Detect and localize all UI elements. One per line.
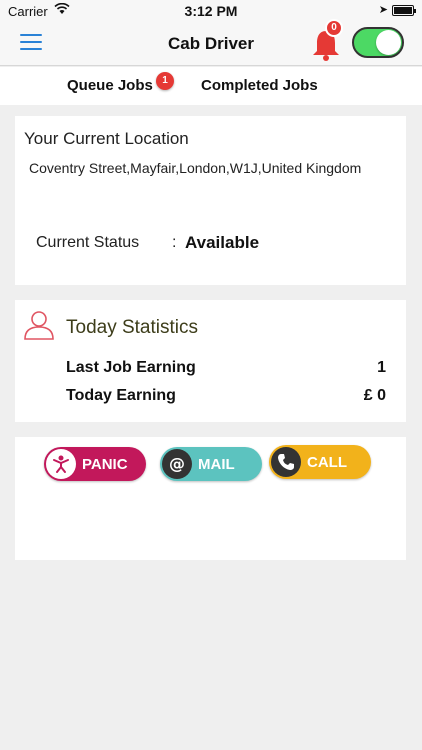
mail-button[interactable]: @ MAIL xyxy=(160,447,262,481)
clock: 3:12 PM xyxy=(184,3,238,19)
location-arrow-icon: ➤ xyxy=(378,4,388,16)
phone-icon xyxy=(271,447,301,477)
user-icon xyxy=(24,311,54,340)
status-separator: : xyxy=(172,234,177,251)
toggle-knob xyxy=(376,30,401,55)
status-bar: Carrier 3:12 PM ➤ xyxy=(0,0,422,22)
online-toggle[interactable] xyxy=(352,27,404,58)
menu-icon-line xyxy=(20,48,42,50)
mail-label: MAIL xyxy=(198,456,235,473)
menu-icon-line xyxy=(20,34,42,36)
status-label: Current Status xyxy=(36,234,140,251)
nav-bar: Cab Driver 0 xyxy=(0,19,422,66)
menu-icon-line xyxy=(20,41,42,43)
job-tabs: Queue Jobs 1 Completed Jobs xyxy=(0,67,422,105)
actions-card: PANIC @ MAIL CALL xyxy=(15,437,406,560)
stat-row-today-earning: Today Earning £ 0 xyxy=(66,387,386,405)
stat-label: Today Earning xyxy=(66,387,176,404)
stat-row-last-job: Last Job Earning 1 xyxy=(66,359,386,377)
stat-value: £ 0 xyxy=(363,387,386,404)
current-location-card: Your Current Location Coventry Street,Ma… xyxy=(15,116,406,285)
menu-button[interactable] xyxy=(20,34,42,52)
location-address: Coventry Street,Mayfair,London,W1J,Unite… xyxy=(29,160,362,176)
notification-badge: 0 xyxy=(325,19,343,37)
at-sign-icon: @ xyxy=(162,449,192,479)
tab-completed-jobs[interactable]: Completed Jobs xyxy=(201,77,318,94)
call-label: CALL xyxy=(307,454,347,471)
panic-label: PANIC xyxy=(82,456,128,473)
tab-queue-jobs[interactable]: Queue Jobs xyxy=(67,77,153,94)
queue-jobs-badge: 1 xyxy=(156,72,174,90)
stat-label: Last Job Earning xyxy=(66,359,196,376)
svg-text:@: @ xyxy=(169,454,185,473)
call-button[interactable]: CALL xyxy=(269,445,371,479)
battery-icon xyxy=(392,5,416,16)
location-title: Your Current Location xyxy=(24,129,189,148)
panic-icon xyxy=(46,449,76,479)
statistics-title: Today Statistics xyxy=(66,317,198,338)
stat-value: 1 xyxy=(377,359,386,376)
status-value: Available xyxy=(185,233,260,252)
today-statistics-card: Today Statistics Last Job Earning 1 Toda… xyxy=(15,300,406,422)
panic-button[interactable]: PANIC xyxy=(44,447,146,481)
